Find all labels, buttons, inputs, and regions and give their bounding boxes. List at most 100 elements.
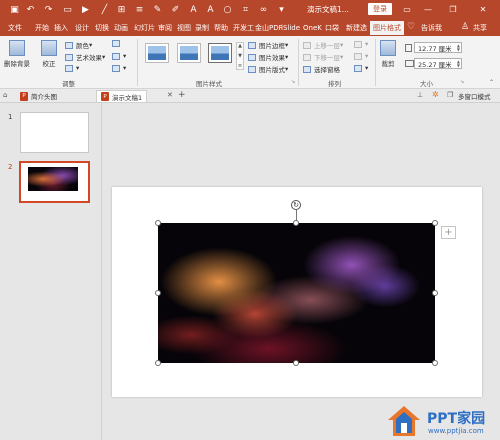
share-button[interactable]: 共享 [473,21,487,35]
selection-pane-button[interactable]: 选择窗格 [303,64,340,74]
line-icon[interactable]: ╱ [99,3,110,16]
shapes-icon[interactable]: ▭ [62,3,73,16]
pen-icon[interactable]: ✐ [170,3,181,16]
rotate-button[interactable]: ▾ [354,64,368,72]
tab-islide[interactable]: iSlide [281,21,300,35]
tab-new[interactable]: 新建选 [346,21,367,35]
undo-icon[interactable]: ↶ [25,3,36,16]
text-shadow-icon[interactable]: A [205,3,216,16]
art-effects-button[interactable]: 艺术效果 ▾ [65,52,105,62]
width-spinner-icon[interactable]: ▲ ▼ [457,59,461,68]
multi-window-mode-button[interactable]: 多窗口模式 [458,91,491,101]
change-picture-button[interactable]: ▾ [112,52,126,60]
width-input[interactable]: 25.27 厘米 ▲ ▼ [414,58,462,69]
close-button[interactable]: ✕ [476,3,490,15]
color-button[interactable]: 颜色 ▾ [65,40,92,50]
tab-design[interactable]: 设计 [75,21,89,35]
crop-button[interactable]: 裁剪 [380,40,396,68]
tab-developer[interactable]: 开发工 [233,21,254,35]
style-gallery-scroll[interactable]: ▲ ▼ ≡ [236,42,244,70]
transparency-button[interactable]: ▾ [65,64,79,72]
resize-handle-left[interactable] [155,290,161,296]
rotate-handle-icon[interactable]: ↻ [291,200,301,210]
correct-button[interactable]: 校正 [41,40,57,68]
slide-thumbnail-1[interactable] [20,112,89,153]
height-spinner-icon[interactable]: ▲ ▼ [457,43,461,52]
present-icon[interactable]: ▶ [80,3,91,16]
tab-help[interactable]: 帮助 [214,21,228,35]
align-button[interactable]: ▾ [354,40,368,48]
link-icon[interactable]: ∞ [258,3,269,16]
close-tab-icon[interactable]: ✕ [167,91,173,99]
table-icon[interactable]: ⊞ [116,3,127,16]
compress-icon [112,40,120,47]
picture-style-2[interactable] [177,43,201,63]
restore-button[interactable]: ❐ [446,3,460,15]
share-icon[interactable]: ♙ [461,22,469,32]
redo-icon[interactable]: ↷ [43,3,54,16]
save-icon[interactable]: ▣ [9,3,20,16]
picture-style-3[interactable] [208,43,232,63]
tell-me-button[interactable]: 告诉我 [421,21,442,35]
circle-icon[interactable]: ○ [222,3,233,16]
tab-view[interactable]: 视图 [177,21,191,35]
picture-border-icon [248,41,256,49]
nebula-picture[interactable] [158,223,435,363]
tab-home[interactable]: 开始 [35,21,49,35]
resize-handle-right[interactable] [432,290,438,296]
pin-icon[interactable]: ⊥ [417,91,423,99]
tab-picture-format[interactable]: 图片格式 [370,21,404,35]
lightbulb-icon[interactable]: ♡ [407,22,415,32]
height-input[interactable]: 12.77 厘米 ▲ ▼ [414,42,462,53]
resize-handle-top-right[interactable] [432,220,438,226]
resize-handle-top-left[interactable] [155,220,161,226]
ribbon-display-icon[interactable]: ▭ [400,3,414,15]
send-backward-button[interactable]: 下移一层 ▾ [303,52,343,62]
collapse-ribbon-icon[interactable]: ⌃ [489,79,494,86]
layout-options-button[interactable]: + [441,226,456,239]
resize-handle-top[interactable] [293,220,299,226]
resize-handle-bottom-left[interactable] [155,360,161,366]
crop-icon[interactable]: ⌗ [240,3,251,16]
resize-handle-bottom[interactable] [293,360,299,366]
slide-thumbnail-2[interactable] [19,161,90,203]
tab-insert[interactable]: 插入 [54,21,68,35]
gallery-up-icon[interactable]: ▲ [238,43,242,49]
size-launcher-icon[interactable]: ↘ [460,79,464,85]
tab-transitions[interactable]: 切换 [95,21,109,35]
reset-picture-button[interactable]: ▾ [112,64,126,72]
tab-slideshow[interactable]: 幻灯片 [134,21,155,35]
doc-tab-presentation1[interactable]: P 演示文稿1 [96,90,148,102]
compress-pictures-button[interactable] [112,40,123,47]
resize-handle-bottom-right[interactable] [432,360,438,366]
arrange-group-label: 排列 [328,80,341,88]
font-color-icon[interactable]: A [188,3,199,16]
gallery-more-icon[interactable]: ≡ [238,63,242,69]
login-button[interactable]: 登录 [368,3,392,15]
document-tabs: ⌂ P 简介头图 P 演示文稿1 ✕ + ⊥ ✲ ❐ 多窗口模式 [0,89,500,103]
tab-review[interactable]: 审阅 [158,21,172,35]
tab-onekey[interactable]: OneK [303,21,322,35]
minimize-button[interactable]: — [421,3,435,15]
align-icon[interactable]: ≡ [134,3,145,16]
tab-record[interactable]: 录制 [195,21,209,35]
gallery-down-icon[interactable]: ▼ [238,53,242,59]
tab-file[interactable]: 文件 [8,21,22,35]
picture-layout-button[interactable]: 图片版式 ▾ [248,64,288,74]
more-icon[interactable]: ▾ [276,3,287,16]
picture-border-button[interactable]: 图片边框 ▾ [248,40,288,50]
format-painter-icon[interactable]: ✎ [152,3,163,16]
home-icon[interactable]: ⌂ [3,91,7,99]
doc-tab-intro[interactable]: P 简介头图 [20,90,57,102]
tab-pocket[interactable]: 口袋 [325,21,339,35]
picture-style-1[interactable] [145,43,169,63]
settings-icon[interactable]: ✲ [432,90,439,99]
styles-launcher-icon[interactable]: ↘ [291,79,295,85]
tab-wps-pdf[interactable]: 金山PDF [255,21,283,35]
bring-forward-button[interactable]: 上移一层 ▾ [303,40,343,50]
picture-effects-button[interactable]: 图片效果 ▾ [248,52,288,62]
new-tab-button[interactable]: + [178,90,186,100]
remove-background-button[interactable]: 删除背景 [4,40,30,68]
group-objects-button[interactable]: ▾ [354,52,368,60]
tab-animations[interactable]: 动画 [114,21,128,35]
